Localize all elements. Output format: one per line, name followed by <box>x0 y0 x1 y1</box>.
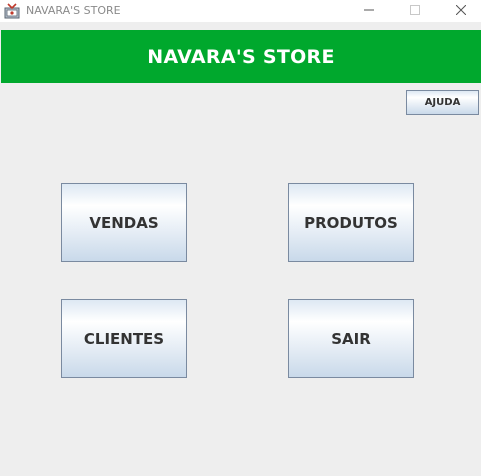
clients-button[interactable]: CLIENTES <box>61 299 187 378</box>
maximize-icon <box>410 5 420 15</box>
window-title: NAVARA'S STORE <box>26 4 121 17</box>
header-banner: NAVARA'S STORE <box>1 30 481 83</box>
java-app-icon <box>4 3 20 19</box>
minimize-icon <box>364 9 374 11</box>
close-icon <box>456 5 466 15</box>
window-titlebar: NAVARA'S STORE <box>0 0 481 22</box>
minimize-button[interactable] <box>346 0 392 20</box>
exit-button[interactable]: SAIR <box>288 299 414 378</box>
close-button[interactable] <box>438 0 481 20</box>
sales-button[interactable]: VENDAS <box>61 183 187 262</box>
help-button[interactable]: AJUDA <box>406 90 479 115</box>
products-button[interactable]: PRODUTOS <box>288 183 414 262</box>
maximize-button[interactable] <box>392 0 438 20</box>
store-title: NAVARA'S STORE <box>147 45 335 68</box>
